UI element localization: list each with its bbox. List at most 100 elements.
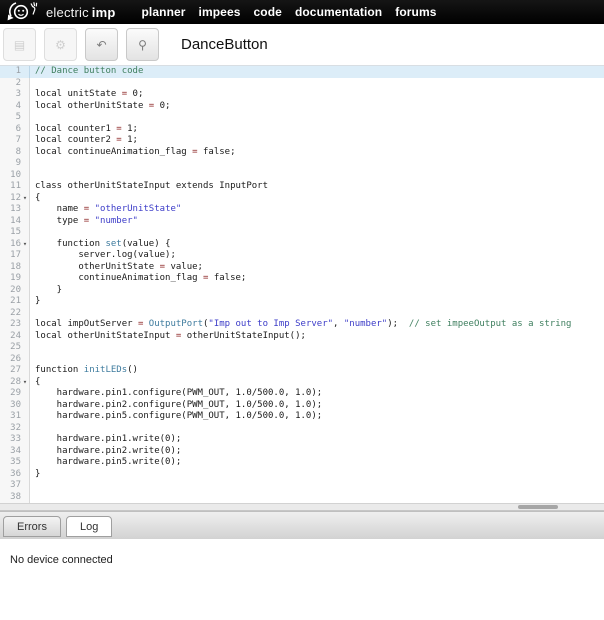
code-line-3[interactable]: 3 local unitState = 0;	[0, 89, 604, 101]
code-line-24[interactable]: 24 local otherUnitStateInput = otherUnitS…	[0, 330, 604, 342]
line-number: 28 ▾	[0, 376, 30, 389]
code-line-12[interactable]: 12 ▾ {	[0, 192, 604, 205]
line-number: 11	[0, 181, 30, 193]
code-line-11[interactable]: 11 class otherUnitStateInput extends Inpu…	[0, 181, 604, 193]
imp-logo-icon[interactable]	[4, 0, 40, 24]
log-pane: No device connected	[0, 539, 604, 620]
code-text: class otherUnitStateInput extends InputP…	[35, 181, 268, 191]
line-number: 15	[0, 227, 30, 239]
fold-marker-icon[interactable]: ▾	[21, 239, 29, 251]
code-line-13[interactable]: 13 name = "otherUnitState"	[0, 204, 604, 216]
line-number: 17	[0, 250, 30, 262]
nav-item-code[interactable]: code	[254, 5, 282, 19]
nav-item-forums[interactable]: forums	[395, 5, 436, 19]
nav-menu: planner impees code documentation forums	[142, 5, 437, 19]
log-status-text: No device connected	[10, 554, 113, 566]
nav-item-planner[interactable]: planner	[142, 5, 186, 19]
scrollbar-thumb[interactable]	[518, 505, 558, 509]
fold-marker-icon[interactable]: ▾	[21, 377, 29, 389]
code-line-1[interactable]: 1 // Dance button code	[0, 66, 604, 78]
horizontal-scrollbar[interactable]	[0, 503, 604, 511]
code-line-30[interactable]: 30 hardware.pin2.configure(PWM_OUT, 1.0/…	[0, 399, 604, 411]
line-number: 10	[0, 169, 30, 181]
top-nav-bar: electric imp planner impees code documentati…	[0, 0, 604, 24]
brand-wordmark[interactable]: electric imp	[46, 5, 116, 20]
code-text: continueAnimation_flag = false;	[35, 273, 247, 283]
code-line-23[interactable]: 23 local impOutServer = OutputPort("Imp o…	[0, 319, 604, 331]
code-line-7[interactable]: 7 local counter2 = 1;	[0, 135, 604, 147]
code-line-17[interactable]: 17 server.log(value);	[0, 250, 604, 262]
revert-button[interactable]: ↶	[85, 28, 118, 61]
code-editor[interactable]: 1 // Dance button code 2 3 local unitState =…	[0, 66, 604, 503]
code-line-28[interactable]: 28 ▾ {	[0, 376, 604, 389]
code-line-10[interactable]: 10	[0, 169, 604, 181]
code-line-37[interactable]: 37	[0, 480, 604, 492]
code-text: otherUnitState = value;	[35, 261, 203, 272]
build-button[interactable]: ⚙	[44, 28, 77, 61]
code-line-2[interactable]: 2	[0, 77, 604, 90]
code-line-8[interactable]: 8 local continueAnimation_flag = false;	[0, 146, 604, 158]
gear-icon: ⚙	[55, 37, 66, 52]
code-line-22[interactable]: 22	[0, 307, 604, 319]
tab-log[interactable]: Log	[65, 516, 113, 537]
code-line-5[interactable]: 5	[0, 112, 604, 124]
code-text: hardware.pin2.configure(PWM_OUT, 1.0/500…	[35, 399, 323, 410]
code-line-38[interactable]: 38	[0, 491, 604, 504]
code-text: {	[35, 192, 41, 203]
code-line-16[interactable]: 16 ▾ function set(value) {	[0, 238, 604, 251]
code-line-35[interactable]: 35 hardware.pin5.write(0);	[0, 457, 604, 469]
line-number: 25	[0, 342, 30, 354]
nav-item-impees[interactable]: impees	[199, 5, 241, 19]
code-line-34[interactable]: 34 hardware.pin2.write(0);	[0, 445, 604, 457]
fold-marker-icon[interactable]: ▾	[21, 193, 29, 205]
code-line-36[interactable]: 36}	[0, 468, 604, 480]
line-number: 27	[0, 365, 30, 377]
nav-item-documentation[interactable]: documentation	[295, 5, 382, 19]
code-line-31[interactable]: 31 hardware.pin5.configure(PWM_OUT, 1.0/…	[0, 411, 604, 423]
inspect-button[interactable]: ⚲	[126, 28, 159, 61]
code-line-4[interactable]: 4 local otherUnitState = 0;	[0, 100, 604, 112]
line-number: 13	[0, 204, 30, 216]
line-number: 16 ▾	[0, 238, 30, 251]
code-line-6[interactable]: 6 local counter1 = 1;	[0, 123, 604, 135]
line-number: 23	[0, 319, 30, 331]
code-line-14[interactable]: 14 type = "number"	[0, 215, 604, 227]
code-line-25[interactable]: 25	[0, 342, 604, 354]
code-line-29[interactable]: 29 hardware.pin1.configure(PWM_OUT, 1.0/…	[0, 388, 604, 400]
code-line-33[interactable]: 33 hardware.pin1.write(0);	[0, 434, 604, 446]
bottom-tab-bar: Errors Log	[0, 511, 604, 539]
code-line-19[interactable]: 19 continueAnimation_flag = false;	[0, 273, 604, 285]
code-line-9[interactable]: 9	[0, 158, 604, 170]
code-text: server.log(value);	[35, 250, 176, 260]
code-text: local impOutServer = OutputPort("Imp out…	[35, 319, 572, 329]
editor-toolbar: ▤ ⚙ ↶ ⚲ DanceButton	[0, 24, 604, 66]
code-line-20[interactable]: 20 }	[0, 284, 604, 296]
save-button[interactable]: ▤	[3, 28, 36, 61]
code-line-32[interactable]: 32	[0, 422, 604, 435]
line-number: 3	[0, 89, 30, 101]
code-text: function initLEDs()	[35, 365, 138, 375]
magnifier-icon: ⚲	[138, 37, 147, 52]
code-text: local otherUnitStateInput = otherUnitSta…	[35, 330, 306, 341]
line-number: 5	[0, 112, 30, 124]
save-icon: ▤	[13, 37, 26, 52]
document-title: DanceButton	[181, 36, 268, 53]
line-number: 32	[0, 422, 30, 434]
code-text: hardware.pin5.write(0);	[35, 457, 182, 467]
line-number: 18	[0, 261, 30, 273]
code-line-21[interactable]: 21}	[0, 296, 604, 308]
line-number: 21	[0, 296, 30, 308]
code-line-18[interactable]: 18 otherUnitState = value;	[0, 261, 604, 273]
tab-errors[interactable]: Errors	[3, 516, 61, 537]
code-line-27[interactable]: 27 function initLEDs()	[0, 365, 604, 377]
code-line-26[interactable]: 26	[0, 353, 604, 366]
line-number: 12 ▾	[0, 192, 30, 205]
line-number: 29	[0, 388, 30, 400]
code-line-15[interactable]: 15	[0, 227, 604, 239]
